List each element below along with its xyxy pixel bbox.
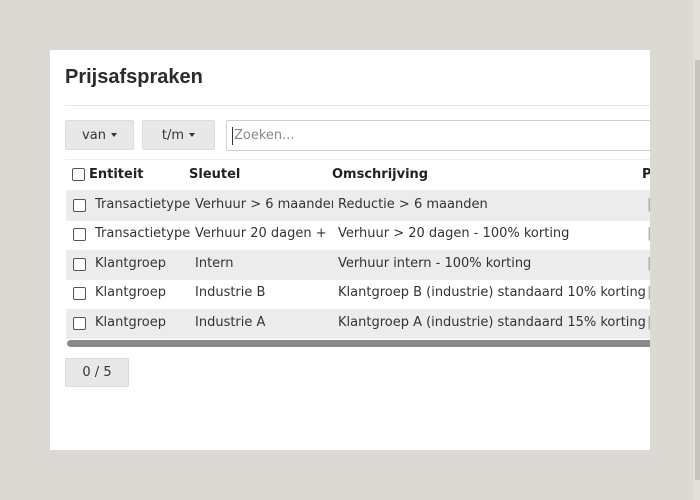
pagination-counter[interactable]: 0 / 5 [65, 358, 129, 387]
column-header-p[interactable]: P [642, 167, 650, 182]
background-window-edge [693, 0, 700, 500]
cell-key: Industrie A [195, 315, 266, 330]
cell-entity: Transactietype [95, 226, 191, 241]
cell-description: Reductie > 6 maanden [338, 197, 488, 212]
search-box[interactable] [226, 120, 650, 151]
table-row[interactable]: Klantgroep Industrie B Klantgroep B (ind… [66, 279, 650, 309]
table-row[interactable]: Transactietype Verhuur 20 dagen + Verhuu… [66, 220, 650, 250]
cell-key: Intern [195, 256, 234, 271]
caret-down-icon [189, 133, 196, 137]
row-checkbox[interactable] [73, 317, 86, 330]
cell-truncated: | [647, 285, 650, 300]
row-checkbox[interactable] [73, 199, 86, 212]
horizontal-scrollbar[interactable] [67, 340, 650, 347]
caret-down-icon [110, 133, 117, 137]
row-checkbox[interactable] [73, 258, 86, 271]
cell-key: Verhuur > 6 maanden [195, 197, 333, 212]
from-filter-button[interactable]: van [65, 120, 134, 150]
cell-entity: Klantgroep [95, 315, 166, 330]
page-title: Prijsafspraken [65, 66, 203, 88]
to-filter-label: t/m [161, 127, 185, 143]
cell-truncated: | [647, 197, 650, 212]
price-agreements-panel: Prijsafspraken van t/m Entiteit Sleutel … [50, 50, 650, 450]
cell-description: Klantgroep A (industrie) standaard 15% k… [338, 315, 646, 330]
column-header-description[interactable]: Omschrijving [332, 167, 428, 182]
table-row[interactable]: Klantgroep Industrie A Klantgroep A (ind… [66, 309, 650, 339]
column-header-key[interactable]: Sleutel [189, 167, 240, 182]
cell-key: Industrie B [195, 285, 266, 300]
cell-key: Verhuur 20 dagen + [195, 226, 327, 241]
cell-description: Verhuur > 20 dagen - 100% korting [338, 226, 570, 241]
table-row[interactable]: Klantgroep Intern Verhuur intern - 100% … [66, 250, 650, 280]
cell-description: Klantgroep B (industrie) standaard 10% k… [338, 285, 646, 300]
row-checkbox[interactable] [73, 287, 86, 300]
cell-truncated: | [647, 256, 650, 271]
to-filter-button[interactable]: t/m [142, 120, 215, 150]
table-row[interactable]: Transactietype Verhuur > 6 maanden Reduc… [66, 191, 650, 221]
table-header: Entiteit Sleutel Omschrijving P [65, 159, 650, 191]
column-header-entity[interactable]: Entiteit [89, 167, 144, 182]
cell-description: Verhuur intern - 100% korting [338, 256, 532, 271]
select-all-checkbox[interactable] [72, 168, 85, 181]
cell-truncated: | [647, 315, 650, 330]
cell-entity: Klantgroep [95, 285, 166, 300]
cell-truncated: | [647, 226, 650, 241]
search-input[interactable] [234, 121, 650, 150]
cell-entity: Transactietype [95, 197, 191, 212]
text-cursor [232, 127, 233, 145]
title-divider [65, 105, 650, 106]
from-filter-label: van [82, 127, 106, 143]
row-checkbox[interactable] [73, 228, 86, 241]
cell-entity: Klantgroep [95, 256, 166, 271]
